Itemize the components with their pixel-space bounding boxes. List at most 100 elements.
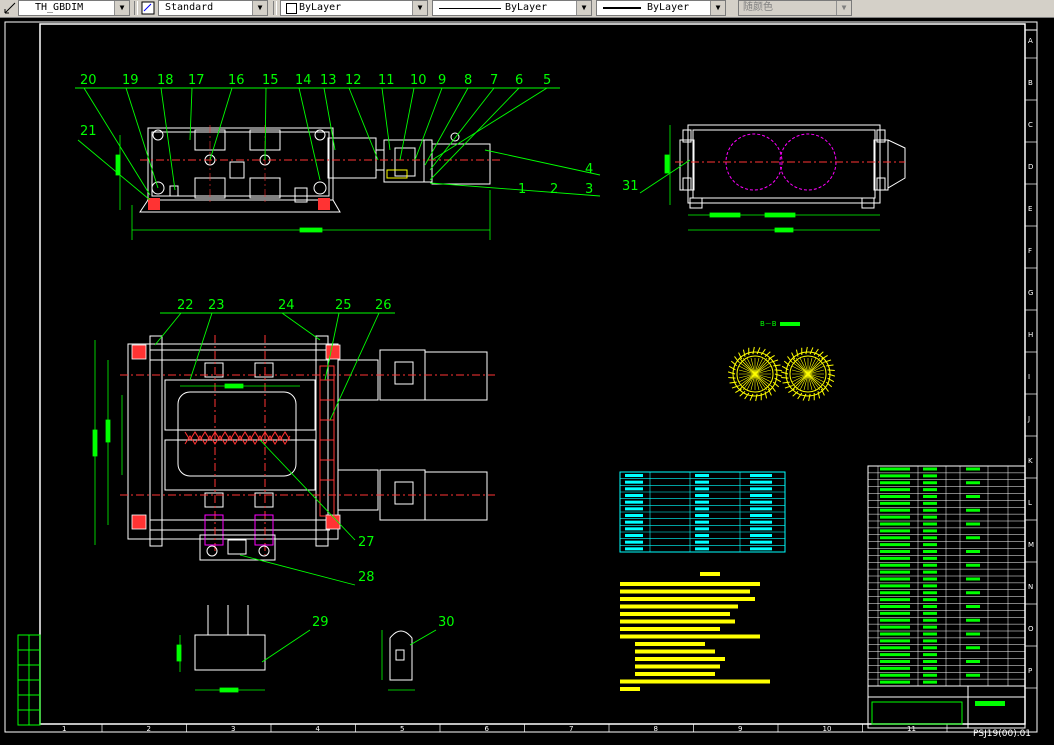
callout-label: 22	[177, 298, 194, 313]
linetype-dropdown[interactable]: ByLayer ▼	[432, 0, 592, 16]
linetype-preview-icon	[439, 8, 501, 9]
parameter-table	[620, 472, 785, 552]
parts-list-table	[868, 466, 1025, 686]
callout-label: 30	[438, 615, 455, 630]
dimstyle-icon	[3, 1, 17, 15]
callout-label: 10	[410, 73, 427, 88]
border-letter: L	[1028, 499, 1032, 507]
callout-label: 15	[262, 73, 279, 88]
border-letter: G	[1028, 289, 1033, 297]
border-letter: J	[1027, 415, 1030, 423]
title-cell	[975, 701, 1005, 706]
properties-toolbar: TH_GBDIM ▼ Standard ▼ ByLayer ▼ ByLayer …	[0, 0, 1054, 18]
callout-label: 9	[438, 73, 446, 88]
lineweight-value: ByLayer	[647, 1, 689, 15]
callout-label: 21	[80, 124, 97, 139]
border-letter: E	[1028, 205, 1032, 213]
callout-label: 13	[320, 73, 337, 88]
border-letter: B	[1028, 79, 1033, 87]
coupling-yellow	[387, 170, 407, 178]
border-letter: C	[1028, 121, 1033, 129]
border-letter: P	[1028, 667, 1032, 675]
callout-label: 18	[157, 73, 174, 88]
lineweight-dropdown[interactable]: ByLayer ▼	[596, 0, 726, 16]
gear-right	[781, 347, 835, 401]
callout-label: 29	[312, 615, 329, 630]
callout-label: 14	[295, 73, 312, 88]
callout-label: 11	[378, 73, 395, 88]
color-swatch-icon	[286, 3, 297, 14]
plan-view-corner-pads	[132, 345, 340, 529]
border-letter: A	[1028, 37, 1033, 45]
callout-label: 25	[335, 298, 352, 313]
side-view-centerline	[140, 125, 500, 205]
plan-view	[128, 336, 487, 546]
chevron-down-icon[interactable]: ▼	[576, 1, 591, 15]
border-number: 7	[569, 725, 573, 733]
drawing-number: PSJ19(00).01	[973, 729, 1031, 739]
callout-label: 6	[515, 73, 523, 88]
callout-label: 4	[585, 162, 593, 177]
plan-view-gear-teeth	[185, 432, 290, 444]
border-number: 9	[738, 725, 742, 733]
technical-requirements	[620, 572, 770, 691]
textstyle-dropdown[interactable]: Standard ▼	[158, 0, 268, 16]
plan-view-side-red	[320, 366, 334, 516]
sheet-inner-border	[40, 24, 1025, 724]
border-number: 2	[147, 725, 151, 733]
border-number: 10	[823, 725, 832, 733]
callout-label: 24	[278, 298, 295, 313]
plan-view-centerlines	[120, 335, 495, 555]
callout-label: 7	[490, 73, 498, 88]
callout-label: 1	[518, 182, 526, 197]
cad-drawing: ABCDEFGHIJKLMNOP 1234567891011	[0, 17, 1054, 741]
callout-label: 2	[550, 182, 558, 197]
callout-label: 5	[543, 73, 551, 88]
drawing-canvas[interactable]: ABCDEFGHIJKLMNOP 1234567891011	[0, 17, 1054, 741]
chevron-down-icon[interactable]: ▼	[710, 1, 725, 15]
border-letter: I	[1028, 373, 1030, 381]
chevron-down-icon[interactable]: ▼	[412, 1, 427, 15]
callout-label: 12	[345, 73, 362, 88]
border-letter: F	[1028, 247, 1032, 255]
border-number: 4	[316, 725, 321, 733]
chevron-down-icon: ▼	[836, 1, 851, 15]
callout-label: 19	[122, 73, 139, 88]
detail-29-dimensions	[177, 635, 265, 692]
callout-label: 26	[375, 298, 392, 313]
plotstyle-value: 随颜色	[743, 1, 773, 15]
chevron-down-icon[interactable]: ▼	[114, 1, 129, 15]
callout-label: 28	[358, 570, 375, 585]
left-margin-table	[18, 635, 40, 725]
border-letter: M	[1028, 541, 1034, 549]
callout-label: 27	[358, 535, 375, 550]
side-view	[140, 128, 490, 212]
callout-label: 31	[622, 179, 639, 194]
linetype-value: ByLayer	[505, 1, 547, 15]
callout-label: 16	[228, 73, 245, 88]
color-dropdown[interactable]: ByLayer ▼	[280, 0, 428, 16]
border-number: 6	[485, 725, 490, 733]
callout-label: 20	[80, 73, 97, 88]
border-letter: H	[1028, 331, 1033, 339]
dimstyle-value: TH_GBDIM	[35, 1, 83, 15]
border-letter: N	[1028, 583, 1033, 591]
border-number: 8	[654, 725, 658, 733]
dimstyle-dropdown[interactable]: TH_GBDIM ▼	[18, 0, 130, 16]
end-view	[680, 125, 905, 208]
callout-label: 3	[585, 182, 593, 197]
border-letter: O	[1028, 625, 1034, 633]
border-number: 3	[231, 725, 235, 733]
section-bb: B－B	[728, 320, 835, 401]
textstyle-value: Standard	[165, 1, 213, 15]
chevron-down-icon[interactable]: ▼	[252, 1, 267, 15]
callout-label: 8	[464, 73, 472, 88]
detail-29-box	[195, 605, 265, 670]
border-number: 11	[907, 725, 916, 733]
section-bb-label: B－B	[760, 320, 777, 328]
color-value: ByLayer	[299, 1, 341, 15]
callout-numbers: 2019181716151413121110987651234213122232…	[80, 73, 639, 630]
plotstyle-dropdown: 随颜色 ▼	[738, 0, 852, 16]
border-number: 1	[62, 725, 66, 733]
callout-label: 17	[188, 73, 205, 88]
